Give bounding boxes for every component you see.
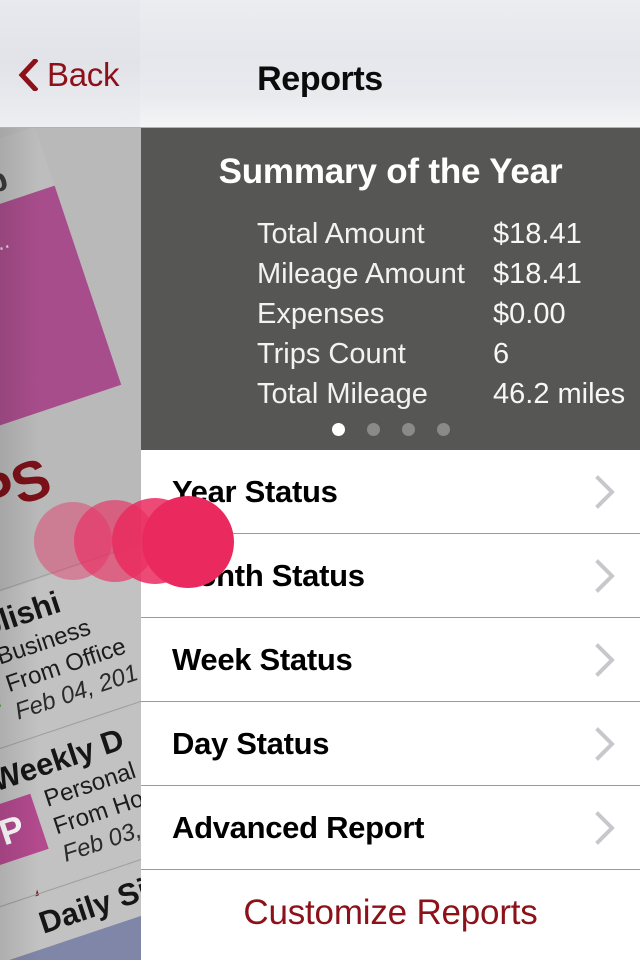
highlight-trip-card: Weekly Dinner Wit... 5 miles Personal Ho… — [0, 185, 122, 480]
list-item-label: Day Status — [172, 725, 330, 761]
pager-dot-2[interactable] — [366, 423, 380, 436]
navigation-bar: Back Reports — [0, 0, 640, 128]
list-item-label: Month Status — [172, 557, 365, 593]
pager-dot-1[interactable] — [331, 423, 345, 436]
summary-row-value: 6 — [493, 338, 510, 370]
summary-row-label: Mileage Amount — [257, 258, 465, 290]
list-item-month-status[interactable]: Month Status — [141, 534, 640, 618]
chevron-right-icon — [595, 726, 615, 761]
reports-content: Summary of the Year Total Amount $18.41 … — [141, 128, 640, 960]
summary-row: Total Amount $18.41 — [257, 218, 640, 258]
summary-row-label: Total Amount — [257, 218, 425, 250]
list-item-label: Year Status — [172, 473, 338, 509]
summary-row-label: Trips Count — [257, 338, 406, 370]
list-item-year-status[interactable]: Year Status — [141, 450, 640, 534]
highlight-trip-route: Home Hotel — [0, 324, 119, 462]
page-title: Reports — [257, 60, 383, 98]
summary-panel[interactable]: Summary of the Year Total Amount $18.41 … — [141, 128, 640, 450]
summary-row-value: $0.00 — [493, 298, 566, 330]
summary-row-label: Total Mileage — [257, 378, 428, 410]
list-item-advanced-report[interactable]: Advanced Report — [141, 786, 640, 870]
summary-pager[interactable] — [141, 423, 640, 436]
customize-reports-label: Customize Reports — [243, 893, 538, 932]
chevron-right-icon — [595, 642, 615, 677]
chevron-right-icon — [595, 810, 615, 845]
pager-dot-3[interactable] — [401, 423, 415, 436]
summary-row-value: 46.2 miles — [493, 378, 626, 410]
summary-title: Summary of the Year — [218, 152, 563, 191]
summary-row-label: Expenses — [257, 298, 385, 330]
list-item-week-status[interactable]: Week Status — [141, 618, 640, 702]
summary-row: Trips Count 6 — [257, 338, 640, 378]
chevron-right-icon — [595, 558, 615, 593]
customize-reports-button[interactable]: Customize Reports — [141, 870, 640, 956]
list-item-day-status[interactable]: Day Status — [141, 702, 640, 786]
list-item-label: Advanced Report — [172, 809, 425, 845]
summary-row: Mileage Amount $18.41 — [257, 258, 640, 298]
chevron-right-icon — [595, 474, 615, 509]
previous-screen-背景: Frequent Trip Weekly Dinner Wit... 5 mil… — [0, 128, 141, 960]
summary-row-value: $18.41 — [493, 258, 582, 290]
rotated-card-stack: Frequent Trip Weekly Dinner Wit... 5 mil… — [0, 128, 141, 960]
summary-row: Total Mileage 46.2 miles — [257, 378, 640, 418]
gps-wordmark: GPS — [0, 445, 58, 542]
trip-category-badge: P — [0, 793, 49, 868]
reports-screen: Frequent Trip Weekly Dinner Wit... 5 mil… — [0, 0, 640, 960]
pager-dot-4[interactable] — [436, 423, 450, 436]
list-item-label: Week Status — [172, 641, 353, 677]
summary-row: Expenses $0.00 — [257, 298, 640, 338]
reports-list: Year Status Month Status Week Status Day… — [141, 450, 640, 870]
summary-rows: Total Amount $18.41 Mileage Amount $18.4… — [141, 218, 640, 418]
summary-row-value: $18.41 — [493, 218, 582, 250]
